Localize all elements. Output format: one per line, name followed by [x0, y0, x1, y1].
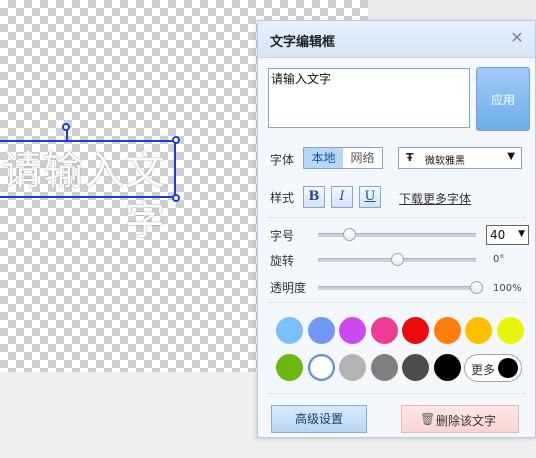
chevron-down-icon: ▼: [518, 229, 525, 239]
advanced-settings-button[interactable]: 高级设置: [271, 405, 367, 433]
divider: [268, 302, 526, 303]
advanced-settings-label: 高级设置: [294, 412, 343, 426]
color-swatch[interactable]: [307, 317, 335, 344]
apply-button-label: 应用: [490, 92, 515, 107]
font-size-value: 40: [490, 228, 506, 242]
rotate-value: 0°: [493, 254, 505, 265]
text-edit-panel: 文字编辑框 ✕ 应用 字体 本地 网络 Ŧ 微软雅黑 ▼ 样式 B I U 下载…: [257, 20, 536, 438]
text-object-selection-box[interactable]: 请输入文字: [0, 140, 176, 244]
color-swatch[interactable]: [276, 354, 303, 381]
more-colors-label: 更多: [471, 363, 496, 377]
color-swatch[interactable]: [339, 354, 366, 381]
opacity-slider[interactable]: [318, 286, 476, 290]
font-label: 字体: [270, 153, 295, 167]
opacity-label: 透明度: [270, 281, 307, 295]
tab-web-fonts[interactable]: 网络: [343, 148, 382, 168]
font-source-toggle: 本地 网络: [303, 147, 383, 169]
color-swatch[interactable]: [307, 354, 335, 381]
italic-button[interactable]: I: [331, 186, 353, 208]
font-size-slider-knob[interactable]: [343, 228, 357, 241]
font-family-value: 微软雅黑: [425, 156, 465, 167]
more-colors-button[interactable]: 更多: [464, 354, 522, 382]
color-swatch[interactable]: [402, 317, 429, 344]
divider: [268, 217, 526, 218]
apply-button[interactable]: 应用: [476, 67, 530, 131]
font-size-label: 字号: [270, 229, 295, 243]
tab-local-fonts[interactable]: 本地: [304, 148, 343, 168]
color-swatch[interactable]: [465, 317, 492, 344]
current-color-dot: [498, 358, 518, 378]
color-swatch[interactable]: [496, 317, 524, 344]
color-swatch[interactable]: [370, 317, 398, 344]
panel-title: 文字编辑框: [270, 35, 336, 50]
delete-text-label: 删除该文字: [436, 414, 497, 428]
font-size-select[interactable]: 40 ▼: [486, 225, 529, 245]
opacity-slider-knob[interactable]: [469, 281, 483, 294]
trash-icon: 🗑: [420, 412, 436, 426]
bold-button[interactable]: B: [303, 186, 325, 208]
close-icon[interactable]: ✕: [509, 30, 525, 46]
font-size-slider[interactable]: [318, 233, 476, 237]
color-swatch[interactable]: [339, 317, 366, 344]
rotate-label: 旋转: [270, 254, 295, 268]
text-input[interactable]: [268, 68, 470, 128]
color-swatch[interactable]: [276, 317, 303, 344]
color-swatch[interactable]: [433, 354, 461, 381]
resize-handle-top-right[interactable]: [172, 136, 180, 144]
panel-header: 文字编辑框 ✕: [258, 21, 535, 58]
underline-button[interactable]: U: [359, 186, 381, 208]
font-family-select[interactable]: Ŧ 微软雅黑 ▼: [398, 147, 522, 169]
resize-handle-bottom-right[interactable]: [172, 194, 180, 202]
download-more-fonts-link[interactable]: 下载更多字体: [399, 190, 471, 207]
style-label: 样式: [270, 191, 295, 205]
delete-text-button[interactable]: 🗑 删除该文字: [401, 405, 519, 433]
chevron-down-icon: ▼: [507, 151, 515, 162]
color-swatch[interactable]: [402, 354, 429, 381]
canvas-text[interactable]: 请输入文字: [0, 146, 174, 246]
color-swatch[interactable]: [370, 354, 398, 381]
rotate-slider-knob[interactable]: [390, 253, 404, 266]
divider: [268, 393, 526, 394]
rotate-handle-stem: [66, 130, 68, 140]
rotate-handle[interactable]: [62, 123, 70, 131]
font-type-icon: Ŧ: [406, 151, 414, 164]
opacity-value: 100%: [493, 283, 522, 294]
color-swatch[interactable]: [433, 317, 461, 344]
